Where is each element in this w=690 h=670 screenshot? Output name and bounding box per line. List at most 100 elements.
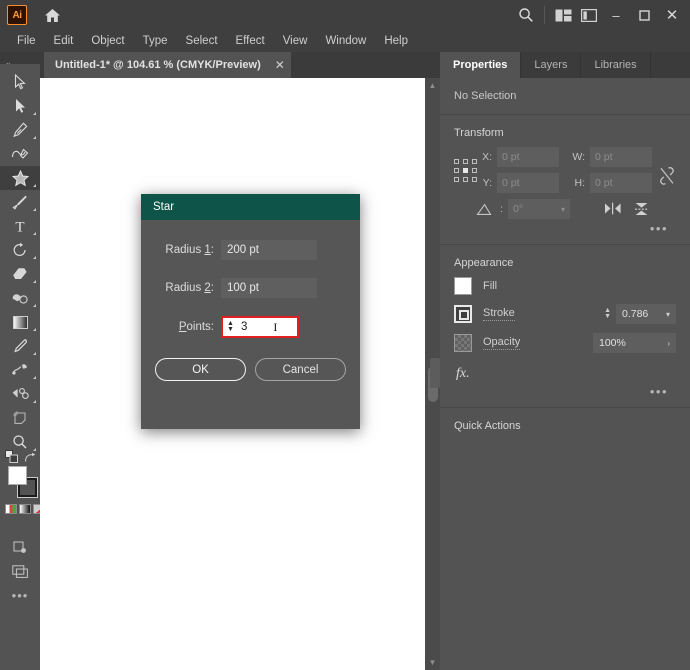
fill-label: Fill [483, 280, 497, 293]
opacity-label[interactable]: Opacity [483, 336, 520, 350]
opacity-row: Opacity 100% › [454, 333, 676, 353]
symbol-sprayer-tool[interactable] [0, 382, 40, 406]
appearance-fill-swatch[interactable] [454, 277, 472, 295]
reference-point-selector[interactable] [454, 159, 470, 185]
close-button[interactable]: ✕ [658, 2, 686, 28]
fill-swatch[interactable] [8, 466, 27, 485]
type-tool[interactable]: T [0, 214, 40, 238]
title-bar: Ai – [0, 0, 690, 30]
drawing-mode-button[interactable] [0, 536, 40, 560]
artboard-tool[interactable] [0, 406, 40, 430]
menu-item-object[interactable]: Object [82, 33, 133, 49]
quick-actions-section: Quick Actions [440, 408, 690, 440]
gradient-swatch-button[interactable] [19, 504, 31, 514]
search-icon[interactable] [513, 2, 539, 28]
panel-resize-grip[interactable] [430, 358, 440, 388]
menu-item-window[interactable]: Window [316, 33, 375, 49]
points-field-highlight[interactable]: ▲▼ 3 I [221, 316, 299, 338]
arrange-documents-icon[interactable] [550, 2, 576, 28]
flyout-indicator [33, 136, 36, 139]
transform-more-options[interactable]: ••• [454, 219, 676, 236]
minimize-button[interactable]: – [602, 2, 630, 28]
gradient-tool[interactable] [0, 310, 40, 334]
star-tool[interactable] [0, 166, 40, 190]
paintbrush-tool[interactable] [0, 190, 40, 214]
radius1-input[interactable] [221, 240, 317, 260]
appearance-opacity-swatch[interactable] [454, 334, 472, 352]
constrain-proportions-toggle[interactable] [658, 165, 676, 187]
opacity-field[interactable]: 100% › [593, 333, 676, 353]
menu-item-edit[interactable]: Edit [45, 33, 83, 49]
chevron-down-icon[interactable]: ▾ [660, 310, 670, 319]
menu-bar: File Edit Object Type Select Effect View… [0, 30, 690, 52]
shaper-tool[interactable] [0, 286, 40, 310]
radius2-row: Radius 2: [141, 278, 360, 298]
w-input[interactable] [590, 147, 652, 167]
star-dialog: Star Radius 1: Radius 2: Points: ▲▼ 3 I … [141, 194, 360, 429]
x-input[interactable] [497, 147, 559, 167]
curvature-tool[interactable] [0, 142, 40, 166]
angle-colon: : [497, 203, 503, 215]
home-icon[interactable] [41, 4, 63, 26]
h-input[interactable] [590, 173, 652, 193]
pen-tool[interactable] [0, 118, 40, 142]
eyedropper-icon [12, 338, 28, 354]
direct-selection-tool[interactable] [0, 94, 40, 118]
appearance-stroke-swatch[interactable] [454, 305, 472, 323]
fx-button[interactable]: fx. [454, 362, 676, 382]
fill-row: Fill [454, 277, 676, 295]
selection-status: No Selection [454, 78, 676, 106]
screen-mode-button[interactable] [0, 560, 40, 584]
points-label: Points: [141, 321, 221, 333]
opacity-value: 100% [599, 337, 626, 349]
angle-icon [476, 203, 492, 216]
maximize-button[interactable] [630, 2, 658, 28]
tools-panel: T [0, 64, 40, 670]
radius2-input[interactable] [221, 278, 317, 298]
y-input[interactable] [497, 173, 559, 193]
points-stepper-icon[interactable]: ▲▼ [225, 321, 237, 334]
flip-h-glyph [604, 202, 622, 215]
flip-horizontal-icon[interactable] [604, 202, 622, 216]
default-fill-stroke-icon[interactable] [5, 450, 19, 464]
appearance-more-options[interactable]: ••• [454, 382, 676, 399]
menu-item-file[interactable]: File [8, 33, 45, 49]
tab-layers[interactable]: Layers [521, 52, 581, 78]
menu-item-help[interactable]: Help [375, 33, 417, 49]
search-glyph [518, 7, 534, 23]
blend-tool[interactable] [0, 358, 40, 382]
scroll-up-icon[interactable]: ▲ [425, 78, 440, 93]
tab-libraries[interactable]: Libraries [581, 52, 650, 78]
menu-item-type[interactable]: Type [134, 33, 177, 49]
stroke-stepper-icon[interactable]: ▲▼ [604, 308, 611, 320]
scroll-down-icon[interactable]: ▼ [425, 655, 440, 670]
document-tab[interactable]: Untitled-1* @ 104.61 % (CMYK/Preview) ✕ [44, 52, 292, 78]
flip-v-glyph [634, 202, 649, 216]
flip-vertical-icon[interactable] [634, 202, 649, 216]
document-tab-close-icon[interactable]: ✕ [275, 58, 285, 72]
artboard-icon [12, 410, 29, 426]
titlebar-separator [544, 6, 545, 24]
eyedropper-tool[interactable] [0, 334, 40, 358]
tab-properties[interactable]: Properties [440, 52, 521, 78]
stroke-label[interactable]: Stroke [483, 307, 515, 321]
maximize-glyph [639, 10, 650, 21]
angle-glyph [476, 203, 492, 216]
eraser-tool[interactable] [0, 262, 40, 286]
menu-item-effect[interactable]: Effect [227, 33, 274, 49]
swap-fill-stroke-icon[interactable] [24, 452, 36, 464]
opacity-control: 100% › [593, 333, 676, 353]
menu-item-select[interactable]: Select [177, 33, 227, 49]
chevron-right-icon[interactable]: › [661, 339, 670, 348]
selection-tool[interactable] [0, 70, 40, 94]
rotate-tool[interactable] [0, 238, 40, 262]
menu-item-view[interactable]: View [274, 33, 317, 49]
cancel-button[interactable]: Cancel [255, 358, 346, 381]
flyout-indicator [33, 184, 36, 187]
stroke-weight-field[interactable]: 0.786 ▾ [616, 304, 676, 324]
edit-toolbar-button[interactable]: ••• [0, 584, 40, 606]
color-swatch-button[interactable] [5, 504, 17, 514]
ok-button[interactable]: OK [155, 358, 246, 381]
angle-select[interactable]: 0° ▾ [508, 199, 570, 219]
workspace-switcher-icon[interactable] [576, 2, 602, 28]
